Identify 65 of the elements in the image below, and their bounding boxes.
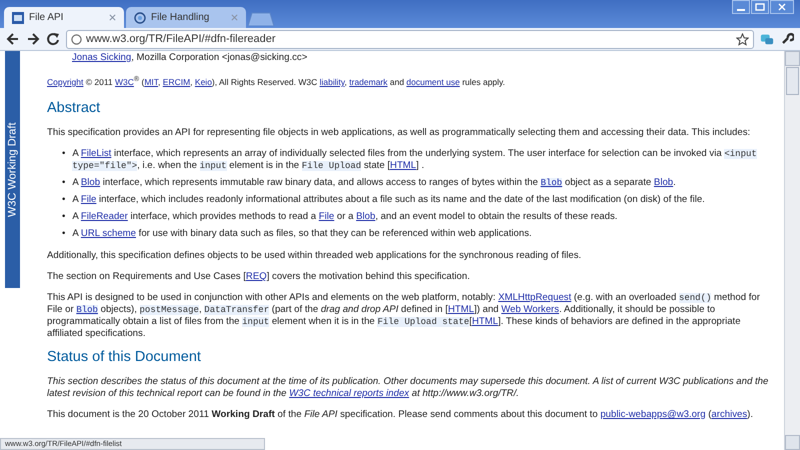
browser-tab[interactable]: File Handling — [126, 7, 246, 28]
link[interactable]: ERCIM — [162, 76, 190, 87]
link[interactable]: Web Workers — [501, 304, 560, 315]
link[interactable]: Copyright — [47, 76, 84, 87]
bullet: • — [62, 228, 66, 240]
copyright-notice: Copyright © 2011 W3C$^{®}$ (MIT, ERCIM, Keio), All Rights Reserved. W3C liability, trademark and document use rules apply. — [47, 74, 506, 88]
draft-status-badge: W3C Working Draft — [5, 51, 20, 288]
link[interactable]: HTML — [472, 316, 498, 327]
link[interactable]: Keio — [194, 76, 212, 87]
paragraph: This specification provides an API for representing file objects in web applications, as well as programmatically selecting them and accessing their data. This includes: — [47, 126, 752, 139]
link[interactable]: MIT — [144, 76, 158, 87]
link[interactable]: FileReader — [80, 210, 128, 222]
link[interactable]: URL scheme — [80, 228, 136, 239]
wrench-icon[interactable] — [780, 32, 794, 46]
bullet: • — [62, 148, 66, 161]
link[interactable]: document use — [406, 76, 460, 87]
link[interactable]: Blob — [76, 304, 98, 315]
link[interactable]: public-webapps@w3.org — [600, 408, 706, 420]
extension-icon[interactable] — [760, 32, 774, 46]
link[interactable]: XMLHttpRequest — [498, 292, 572, 303]
forward-arrow-icon[interactable] — [26, 32, 40, 46]
paragraph: This API is designed to be used in conjunction with other APIs and elements on the web platform, notably: XMLHttpRequest (e.g. with an overloaded send() method for File or Blob objects), postMessage, DataTransfer (part of the drag and drop API defined in [HTML]) and Web Workers. Additionally, it should be possible to programmatically obtain a list of files from the input element when it is in the File Upload state[HTML]. These kinds of behaviors are defined in the appropriate affiliated specifications. — [47, 292, 761, 340]
back-arrow-icon[interactable] — [6, 32, 20, 46]
bullet: • — [62, 194, 66, 206]
close-icon[interactable] — [770, 0, 794, 14]
link[interactable]: File — [318, 210, 334, 222]
new-tab-button[interactable] — [248, 12, 274, 26]
paragraph: This document is the 20 October 2011 Working Draft of the File API specification. Please send comments about this document to public-webapps@w3.org (archives). — [47, 408, 754, 421]
link[interactable]: HTML — [448, 304, 474, 315]
link[interactable]: W3C — [115, 76, 134, 87]
editor-line: Jonas Sicking, Mozilla Corporation <jonas@sicking.cc> — [72, 52, 308, 64]
link[interactable]: Blob — [80, 176, 100, 188]
link[interactable]: Jonas Sicking — [72, 52, 132, 63]
link[interactable]: Blob — [654, 176, 674, 188]
scrollbar[interactable] — [784, 51, 800, 450]
link[interactable]: Blob — [356, 210, 376, 222]
list-item: A Blob interface, which represents immutable raw binary data, and allows access to ranges of bytes within the Blob object as a separate Blob. — [72, 176, 677, 189]
minimize-icon[interactable] — [732, 0, 750, 14]
bullet: • — [62, 210, 66, 223]
link[interactable]: trademark — [349, 76, 388, 87]
document-favicon-icon — [12, 12, 24, 24]
bullet: • — [62, 176, 66, 189]
paragraph: The section on Requirements and Use Cases [REQ] covers the motivation behind this specification. — [47, 270, 471, 283]
link[interactable]: W3C technical reports index — [289, 388, 410, 399]
link[interactable]: File — [80, 194, 96, 205]
list-item: A File interface, which includes readonly informational attributes about a file such as its name and the date of the last modification (on disk) of the file. — [72, 194, 706, 206]
section-heading: Status of this Document — [47, 348, 202, 366]
restore-icon[interactable] — [751, 0, 769, 14]
list-item: A URL scheme for use with binary data such as files, so that they can be referenced within web applications. — [72, 228, 533, 240]
star-icon[interactable] — [736, 32, 749, 46]
list-item: A FileReader interface, which provides methods to read a File or a Blob, and an event model to obtain the results of these reads. — [72, 210, 618, 223]
link[interactable]: REQ — [246, 270, 267, 282]
address-bar[interactable]: www.w3.org/TR/FileAPI/#dfn-filereader — [66, 30, 754, 48]
link[interactable]: Blob — [540, 178, 562, 188]
close-icon[interactable] — [109, 14, 116, 21]
paragraph: This section describes the status of this document at the time of its publication. Other documents may supersede this document. A list of current W3C publications and the latest revision of this technical report can be found in the W3C technical reports index at http://www.w3.org/TR/. — [47, 376, 770, 400]
link[interactable]: FileList — [80, 148, 112, 159]
browser-tab[interactable]: File API — [4, 7, 124, 28]
paragraph: Additionally, this specification defines objects to be used within threaded web applications for the synchronous reading of files. — [47, 250, 582, 262]
list-item: A FileList interface, which represents an array of individually selected files from the underlying system. The user interface for selection can be invoked via <input type="file">, i.e. when the input element is in the File Upload state [HTML] . — [72, 148, 758, 172]
section-heading: Abstract — [47, 100, 102, 117]
link[interactable]: HTML — [390, 160, 416, 171]
link[interactable]: liability — [320, 76, 345, 87]
reload-icon[interactable] — [46, 32, 60, 46]
link[interactable]: archives — [711, 408, 748, 420]
